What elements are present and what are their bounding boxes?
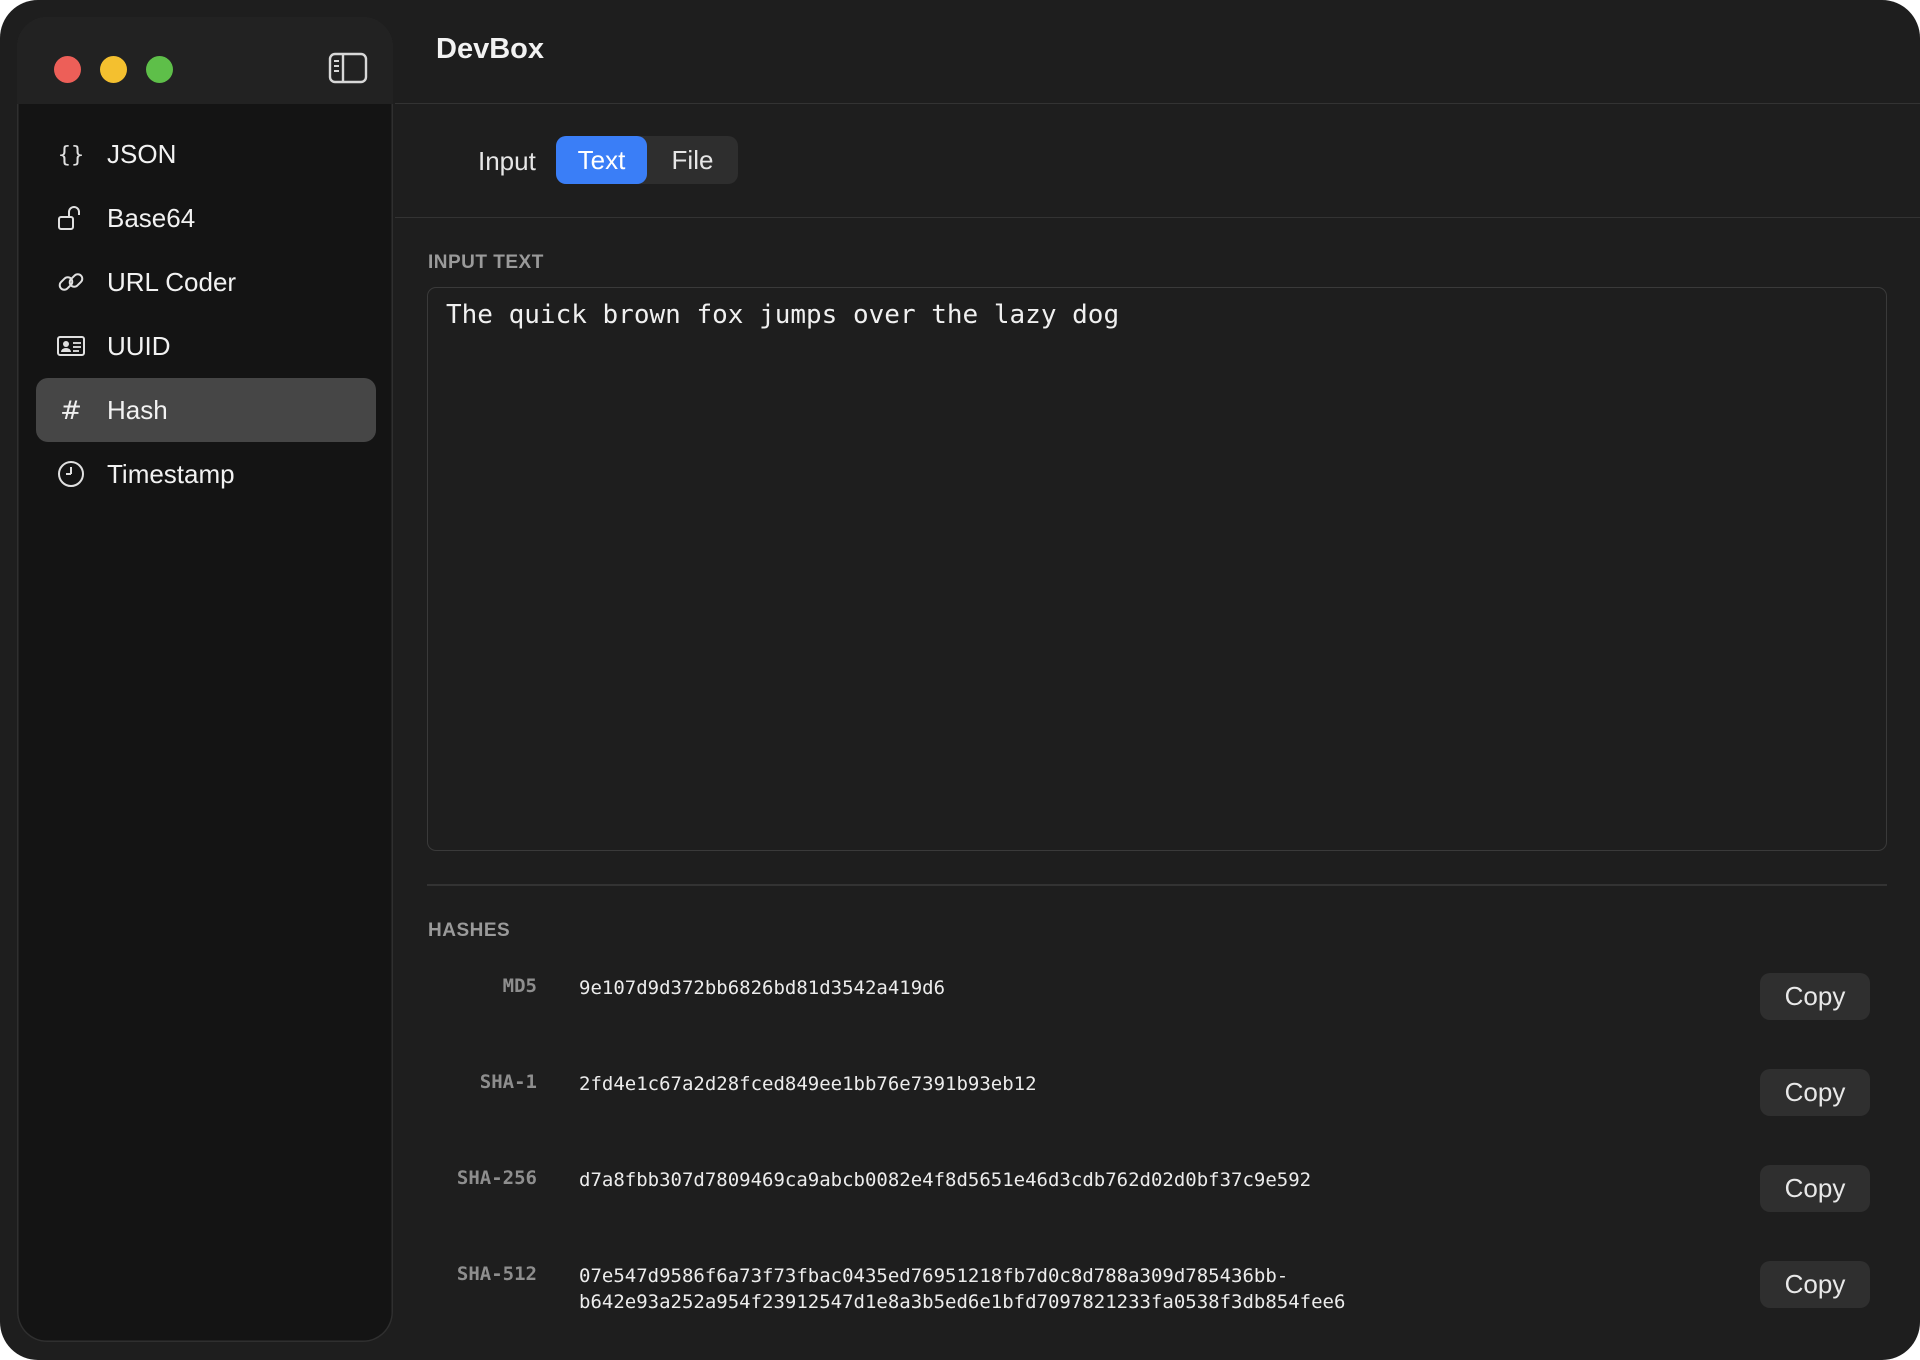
link-icon [56,267,86,297]
copy-sha512-button[interactable]: Copy [1760,1261,1870,1308]
hash-row-sha512: SHA-512 07e547d9586f6a73f73fbac0435ed769… [427,1261,1887,1323]
copy-md5-button[interactable]: Copy [1760,973,1870,1020]
app-title: DevBox [436,33,544,65]
sidebar-item-hash[interactable]: # Hash [36,378,376,442]
hash-name: MD5 [502,975,537,997]
sidebar-toolbar [17,17,393,104]
unlock-icon [56,203,86,233]
sidebar-item-label: Timestamp [107,458,235,489]
hashtag-icon: # [56,395,86,425]
input-text-value: The quick brown fox jumps over the lazy … [446,300,1120,330]
close-window-button[interactable] [54,56,81,83]
hash-row-sha1: SHA-1 2fd4e1c67a2d28fced849ee1bb76e7391b… [427,1069,1887,1131]
input-mode-caption: Input [478,146,536,176]
svg-text:{}: {} [58,143,85,168]
sidebar-item-label: Base64 [107,202,196,233]
sidebar-item-uuid[interactable]: UUID [36,314,376,378]
title-bar: DevBox [395,0,1920,104]
braces-icon: {} [56,139,86,169]
hashes-label: HASHES [428,920,511,941]
segment-file[interactable]: File [647,136,738,184]
sidebar-item-label: Hash [107,394,168,425]
hash-row-md5: MD5 9e107d9d372bb6826bd81d3542a419d6 Cop… [427,973,1887,1035]
hash-name: SHA-512 [456,1263,537,1285]
input-text-label: INPUT TEXT [428,252,544,273]
hash-name: SHA-256 [456,1167,537,1189]
section-divider [427,884,1887,886]
hash-name: SHA-1 [479,1071,537,1093]
hash-value: 2fd4e1c67a2d28fced849ee1bb76e7391b93eb12 [579,1073,1037,1095]
copy-sha256-button[interactable]: Copy [1760,1165,1870,1212]
id-card-icon [56,331,86,361]
hash-value: 9e107d9d372bb6826bd81d3542a419d6 [579,977,946,999]
segment-text[interactable]: Text [556,136,647,184]
hash-value: 07e547d9586f6a73f73fbac0435ed76951218fb7… [579,1265,1346,1313]
hash-row-sha256: SHA-256 d7a8fbb307d7809469ca9abcb0082e4f… [427,1165,1887,1227]
main-content: DevBox Input Text File INPUT TEXT The qu… [395,0,1920,1360]
svg-text:#: # [60,396,82,425]
zoom-window-button[interactable] [146,56,173,83]
sidebar-item-timestamp[interactable]: Timestamp [36,442,376,506]
sidebar: {} JSON Base64 URL Coder UUID # Hash Tim… [17,17,393,1342]
sidebar-item-label: URL Coder [107,266,237,297]
sidebar-item-label: JSON [107,138,177,169]
input-mode-row: Input Text File [395,104,1920,218]
clock-icon [56,459,86,489]
sidebar-toggle-icon[interactable] [328,52,368,84]
app-window: {} JSON Base64 URL Coder UUID # Hash Tim… [0,0,1920,1360]
sidebar-item-label: UUID [107,330,171,361]
sidebar-item-base64[interactable]: Base64 [36,186,376,250]
input-mode-segmented-control: Text File [556,136,738,184]
hash-value: d7a8fbb307d7809469ca9abcb0082e4f8d5651e4… [579,1169,1312,1191]
sidebar-item-url-coder[interactable]: URL Coder [36,250,376,314]
input-text-area[interactable]: The quick brown fox jumps over the lazy … [427,287,1887,851]
copy-sha1-button[interactable]: Copy [1760,1069,1870,1116]
sidebar-item-json[interactable]: {} JSON [36,122,376,186]
minimize-window-button[interactable] [100,56,127,83]
